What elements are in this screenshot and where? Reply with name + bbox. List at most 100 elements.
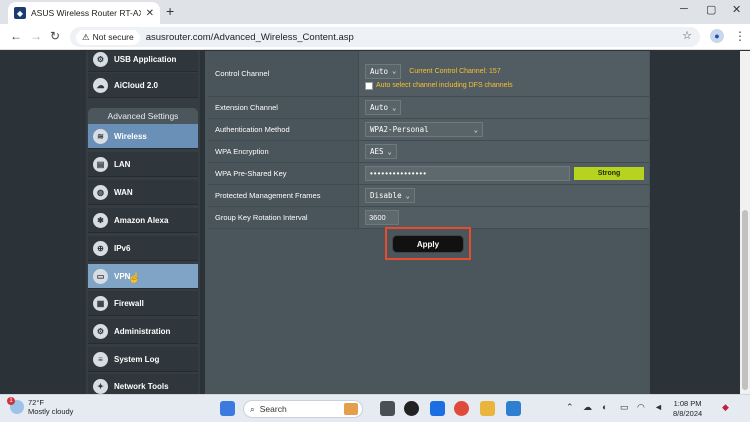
search-icon: ⌕ <box>250 403 255 414</box>
browser-toolbar: ← → ↻ ⚠ Not secure asusrouter.com/Advanc… <box>0 24 750 50</box>
temperature: 72°F <box>28 398 44 407</box>
extension-channel-select[interactable]: Auto ⌄ <box>365 100 402 115</box>
tools-icon: ✦ <box>93 378 108 394</box>
app-icon[interactable] <box>430 401 445 416</box>
dfs-checkbox-row[interactable]: Auto select channel including DFS channe… <box>365 81 513 90</box>
pmf-select[interactable]: Disable ⌄ <box>365 188 415 203</box>
clock-date: 8/8/2024 <box>673 409 703 418</box>
sidebar-item-vpn[interactable]: ▭ VPN ☝ <box>88 264 198 289</box>
bookmark-star-icon[interactable]: ☆ <box>682 29 692 42</box>
volume-icon[interactable]: ◄ <box>654 402 663 412</box>
task-view-icon[interactable] <box>380 401 395 416</box>
sidebar-item-label: Administration <box>114 326 171 336</box>
notification-icon[interactable]: ◆ <box>722 402 729 413</box>
dfs-checkbox[interactable] <box>365 81 373 90</box>
search-highlight-icon <box>344 403 358 415</box>
app-icon[interactable] <box>404 401 419 416</box>
chevron-up-icon[interactable]: ⌃ <box>566 402 574 413</box>
asus-favicon-icon: ◆ <box>14 7 26 19</box>
sidebar-item-label: Network Tools <box>114 381 169 391</box>
sidebar-item-label: USB Application <box>114 54 177 64</box>
sidebar-item-wireless[interactable]: ≋ Wireless <box>88 124 198 149</box>
sidebar-item-aicloud[interactable]: ☁ AiCloud 2.0 <box>88 73 198 98</box>
close-window-icon[interactable]: ✕ <box>732 3 741 16</box>
admin-icon: ⚙ <box>93 323 108 339</box>
windows-start-icon[interactable] <box>220 401 235 416</box>
wpa-key-label: WPA Pre-Shared Key <box>208 163 359 184</box>
browser-menu-icon[interactable]: ⋮ <box>734 29 746 43</box>
reload-icon[interactable]: ↻ <box>50 29 60 43</box>
apply-highlight-box: Apply <box>385 227 471 260</box>
tray-icon[interactable]: ☁ <box>583 402 592 413</box>
wpa-encryption-value: AES ⌄ <box>359 141 649 162</box>
control-channel-value: Auto ⌄ Current Control Channel: 157 Auto … <box>359 51 649 96</box>
auth-method-label: Authentication Method <box>208 119 359 140</box>
dfs-checkbox-label: Auto select channel including DFS channe… <box>376 82 513 89</box>
taskbar-clock[interactable]: 1:08 PM 8/8/2024 <box>673 399 702 419</box>
chevron-down-icon: ⌄ <box>473 125 478 134</box>
weather-condition: Mostly cloudy <box>28 407 74 416</box>
control-channel-label: Control Channel <box>208 51 359 96</box>
sidebar-item-system-log[interactable]: ≡ System Log <box>88 347 198 372</box>
pmf-row: Protected Management Frames Disable ⌄ <box>208 185 649 207</box>
warning-icon: ⚠ <box>82 31 90 42</box>
group-key-input[interactable]: 3600 <box>365 210 399 225</box>
app-icon[interactable] <box>506 401 521 416</box>
sidebar-item-network-tools[interactable]: ✦ Network Tools <box>88 374 198 394</box>
alexa-icon: ✱ <box>93 212 108 228</box>
url-text[interactable]: asusrouter.com/Advanced_Wireless_Content… <box>146 32 354 43</box>
router-page: ⚙ USB Application ☁ AiCloud 2.0 Advanced… <box>0 51 740 394</box>
sidebar-item-amazon-alexa[interactable]: ✱ Amazon Alexa <box>88 208 198 233</box>
apply-button[interactable]: Apply <box>392 235 464 253</box>
group-key-row: Group Key Rotation Interval 3600 <box>208 207 649 229</box>
file-explorer-icon[interactable] <box>480 401 495 416</box>
display-icon[interactable]: ▭ <box>620 402 629 413</box>
address-bar[interactable]: ⚠ Not secure asusrouter.com/Advanced_Wir… <box>70 27 700 47</box>
wpa-key-input[interactable]: ••••••••••••••• <box>365 166 570 181</box>
wpa-encryption-label: WPA Encryption <box>208 141 359 162</box>
not-secure-badge[interactable]: ⚠ Not secure <box>76 29 140 45</box>
wifi-tray-icon[interactable]: ◠ <box>637 402 645 413</box>
sidebar-item-usb-application[interactable]: ⚙ USB Application <box>88 51 198 72</box>
page-scrollbar-thumb[interactable] <box>742 210 748 390</box>
advanced-settings-header: Advanced Settings <box>88 108 198 124</box>
sidebar-item-label: IPv6 <box>114 243 131 253</box>
maximize-icon[interactable]: ▢ <box>706 3 716 16</box>
sidebar-item-ipv6[interactable]: ⊕ IPv6 <box>88 236 198 261</box>
taskbar-search[interactable]: ⌕ Search <box>243 400 363 418</box>
sidebar: ⚙ USB Application ☁ AiCloud 2.0 Advanced… <box>86 51 200 394</box>
sidebar-item-administration[interactable]: ⚙ Administration <box>88 319 198 344</box>
wifi-icon: ≋ <box>93 128 108 144</box>
extension-channel-value-text: Auto <box>370 103 389 112</box>
wpa-encryption-value-text: AES <box>370 147 384 156</box>
browser-tab[interactable]: ◆ ASUS Wireless Router RT-AX6 ✕ <box>8 2 160 24</box>
tab-title: ASUS Wireless Router RT-AX6 <box>31 8 141 18</box>
chevron-down-icon: ⌄ <box>392 103 397 112</box>
usb-icon: ⚙ <box>93 51 108 67</box>
auth-method-value: WPA2-Personal ⌄ <box>359 119 649 140</box>
weather-widget[interactable]: 1 72°F Mostly cloudy <box>7 397 74 416</box>
auth-method-row: Authentication Method WPA2-Personal ⌄ <box>208 119 649 141</box>
tray-icon[interactable]: ◐ <box>602 402 607 412</box>
control-channel-select[interactable]: Auto ⌄ <box>365 63 402 79</box>
close-tab-icon[interactable]: ✕ <box>146 8 154 19</box>
sidebar-item-lan[interactable]: ▤ LAN <box>88 152 198 177</box>
wpa-encryption-select[interactable]: AES ⌄ <box>365 144 397 159</box>
control-channel-value-text: Auto <box>370 66 389 76</box>
extension-channel-value: Auto ⌄ <box>359 97 649 118</box>
cloud-weather-icon: 1 <box>7 397 24 414</box>
sidebar-item-label: AiCloud 2.0 <box>114 80 159 90</box>
extension-channel-label: Extension Channel <box>208 97 359 118</box>
minimize-icon[interactable]: ─ <box>680 3 688 15</box>
password-strength-badge: Strong <box>574 167 644 180</box>
profile-avatar-icon[interactable]: ● <box>710 29 724 43</box>
main-panel: Control Channel Auto ⌄ Current Control Ch… <box>205 51 650 394</box>
chrome-icon[interactable] <box>454 401 469 416</box>
sidebar-item-wan[interactable]: ◍ WAN <box>88 180 198 205</box>
new-tab-button[interactable]: + <box>166 3 174 19</box>
sidebar-item-firewall[interactable]: ▦ Firewall <box>88 291 198 316</box>
back-icon[interactable]: ← <box>10 29 22 43</box>
forward-icon[interactable]: → <box>30 29 42 43</box>
control-channel-controls: Auto ⌄ Current Control Channel: 157 <box>365 63 501 79</box>
auth-method-select[interactable]: WPA2-Personal ⌄ <box>365 122 483 137</box>
